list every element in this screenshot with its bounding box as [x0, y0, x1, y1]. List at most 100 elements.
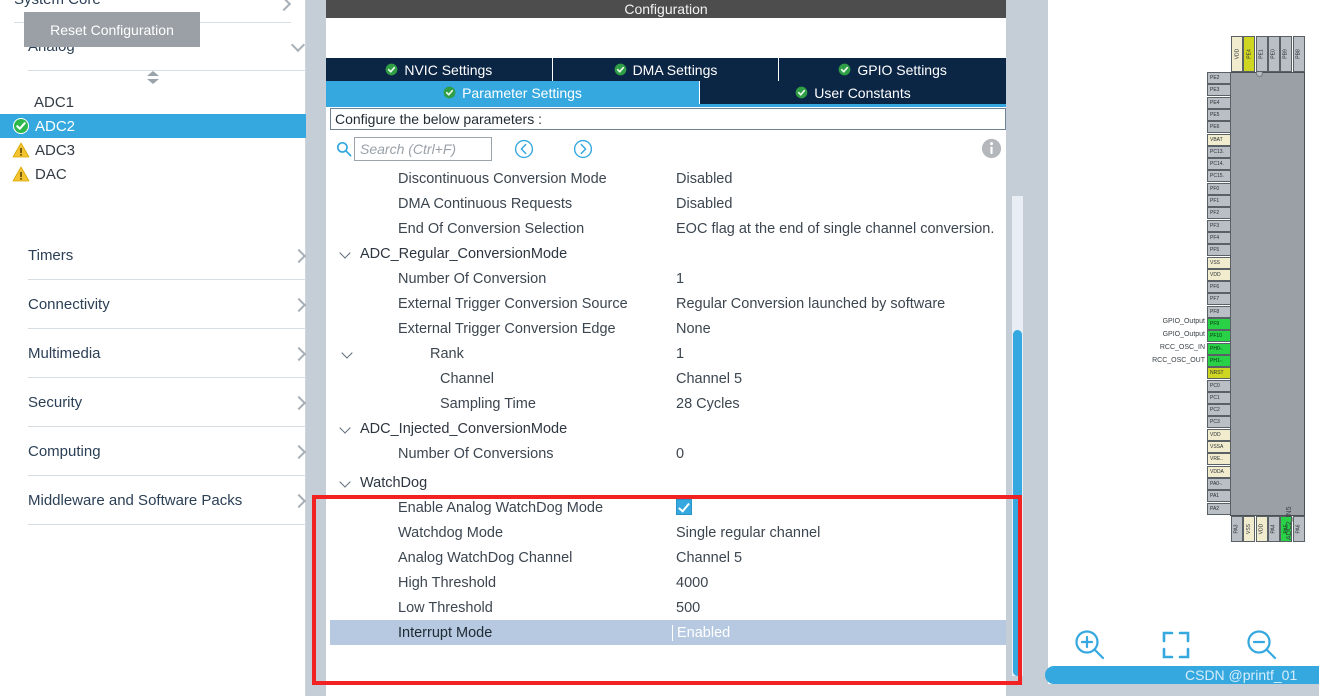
mcu-pin[interactable]: PE1 — [1255, 36, 1268, 72]
mcu-pin[interactable]: PF1 — [1207, 195, 1231, 207]
tab-gpio-settings[interactable]: GPIO Settings — [779, 58, 1006, 81]
mcu-pin[interactable]: PA1 — [1207, 490, 1231, 503]
mcu-pin[interactable]: PA0-. — [1207, 477, 1231, 490]
mcu-pin[interactable]: PA4 — [1267, 516, 1280, 542]
mcu-pin[interactable]: VBAT — [1207, 133, 1231, 146]
chevron-down-icon[interactable] — [340, 478, 352, 488]
table-row[interactable]: Enable Analog WatchDog Mode — [330, 495, 1006, 520]
parameter-name: ADC_Regular_ConversionMode — [360, 245, 568, 262]
table-row-selected[interactable]: Interrupt Mode Enabled — [330, 620, 1006, 645]
mcu-pin[interactable]: PE5 — [1207, 108, 1231, 121]
sort-updown-icon[interactable] — [0, 68, 306, 86]
reset-configuration-button[interactable]: Reset Configuration — [24, 12, 200, 47]
mcu-pin[interactable]: PF8 — [1207, 305, 1231, 318]
mcu-pin[interactable]: VDD — [1255, 516, 1268, 542]
peripheral-item-dac[interactable]: DAC — [0, 162, 306, 186]
mcu-pin[interactable]: PF2 — [1207, 207, 1231, 220]
zoom-in-icon[interactable] — [1070, 625, 1110, 665]
mcu-pin[interactable]: PE6 — [1207, 121, 1231, 134]
table-row[interactable]: Channel Channel 5 — [330, 366, 1006, 391]
tab-dma-settings[interactable]: DMA Settings — [552, 58, 780, 81]
mcu-pin-label: PF1 — [1210, 198, 1220, 204]
zoom-out-icon[interactable] — [1242, 625, 1282, 665]
sidebar-category-timers[interactable]: Timers — [28, 231, 306, 280]
mcu-pin[interactable]: VDD — [1207, 268, 1231, 281]
table-row-group[interactable]: ADC_Regular_ConversionMode — [330, 241, 1006, 266]
table-row[interactable]: Number Of Conversion 1 — [330, 266, 1006, 291]
mcu-pin[interactable]: PB8 — [1292, 36, 1305, 72]
mcu-pin[interactable]: VDDA — [1207, 465, 1231, 478]
mcu-pin[interactable]: PE4 — [1243, 36, 1256, 72]
sidebar-category-middleware[interactable]: Middleware and Software Packs — [28, 476, 306, 525]
fit-to-screen-icon[interactable] — [1156, 625, 1196, 665]
mcu-pin[interactable]: PA3 — [1231, 516, 1243, 542]
table-row[interactable]: External Trigger Conversion Source Regul… — [330, 291, 1006, 316]
mcu-pin[interactable]: PE2 — [1207, 72, 1231, 84]
mcu-pin[interactable]: PC14. — [1207, 158, 1231, 171]
table-row[interactable]: External Trigger Conversion Edge None — [330, 316, 1006, 341]
table-row[interactable]: Analog WatchDog Channel Channel 5 — [330, 545, 1006, 570]
chevron-left-circle-icon[interactable] — [514, 139, 534, 159]
mcu-pin-label: VDD — [1210, 271, 1221, 278]
mcu-pin[interactable]: PE4 — [1207, 96, 1231, 109]
table-row-group[interactable]: ADC_Injected_ConversionMode — [330, 416, 1006, 441]
mcu-pin[interactable]: PH0-. — [1207, 342, 1231, 355]
sidebar-category-computing[interactable]: Computing — [28, 427, 306, 476]
info-icon[interactable] — [981, 138, 1002, 159]
mcu-pin[interactable]: PC13. — [1207, 145, 1231, 158]
mcu-pin[interactable]: PE0 — [1267, 36, 1280, 72]
sidebar-category-security[interactable]: Security — [28, 378, 306, 427]
table-row[interactable]: End Of Conversion Selection EOC flag at … — [330, 216, 1006, 241]
mcu-pin[interactable]: PH1-. — [1207, 354, 1231, 367]
mcu-pin[interactable]: NRST — [1207, 367, 1231, 380]
mcu-pin[interactable]: PC15. — [1207, 170, 1231, 183]
table-row[interactable]: High Threshold 4000 — [330, 570, 1006, 595]
peripheral-item-adc3[interactable]: ADC3 — [0, 138, 306, 162]
mcu-pin[interactable]: PF9 — [1207, 318, 1231, 330]
mcu-pin[interactable]: PC1 — [1207, 391, 1231, 404]
mcu-pin[interactable]: PA6 — [1292, 516, 1305, 542]
peripheral-item-adc1[interactable]: ADC1 — [0, 90, 306, 114]
table-row[interactable]: Low Threshold 500 — [330, 595, 1006, 620]
sidebar-category-connectivity[interactable]: Connectivity — [28, 280, 306, 329]
mcu-pin[interactable]: PF5 — [1207, 244, 1231, 257]
table-row-group[interactable]: Rank 1 — [330, 341, 1006, 366]
mcu-pin[interactable]: VSS — [1207, 256, 1231, 269]
mcu-pin[interactable]: VDD — [1207, 428, 1231, 441]
search-input[interactable] — [354, 137, 492, 161]
mcu-pin[interactable]: PC3 — [1207, 416, 1231, 429]
mcu-pin[interactable]: PE3 — [1207, 84, 1231, 97]
mcu-pin[interactable]: VSS — [1243, 516, 1256, 542]
mcu-pin[interactable]: PC2 — [1207, 404, 1231, 417]
table-row[interactable]: Number Of Conversions 0 — [330, 441, 1006, 466]
table-row[interactable]: Watchdog Mode Single regular channel — [330, 520, 1006, 545]
mcu-pin[interactable]: PB9 — [1280, 36, 1293, 72]
parameter-list[interactable]: Discontinuous Conversion Mode Disabled D… — [330, 166, 1006, 676]
chevron-down-icon[interactable] — [340, 424, 352, 434]
mcu-pin[interactable]: PF3 — [1207, 219, 1231, 232]
table-row-group-watchdog[interactable]: WatchDog — [330, 470, 1006, 495]
mcu-pin[interactable]: VSSA — [1207, 441, 1231, 453]
mcu-pin[interactable]: PF6 — [1207, 281, 1231, 294]
mcu-pin[interactable]: VRE.. — [1207, 453, 1231, 466]
chevron-down-icon[interactable] — [340, 249, 352, 259]
mcu-pin[interactable]: PA2 — [1207, 502, 1231, 515]
mcu-pin[interactable]: PF10 — [1207, 330, 1231, 343]
table-row[interactable]: Discontinuous Conversion Mode Disabled — [330, 166, 1006, 191]
tab-parameter-settings[interactable]: Parameter Settings — [326, 81, 700, 104]
mcu-pin[interactable]: VDD — [1231, 36, 1243, 72]
parameter-scrollbar-thumb[interactable] — [1013, 330, 1022, 676]
mcu-pin[interactable]: PF7 — [1207, 293, 1231, 306]
peripheral-item-adc2[interactable]: ADC2 — [0, 114, 306, 138]
tab-user-constants[interactable]: User Constants — [700, 81, 1006, 104]
mcu-pin[interactable]: PF0 — [1207, 182, 1231, 195]
sidebar-category-multimedia[interactable]: Multimedia — [28, 329, 306, 378]
table-row[interactable]: Sampling Time 28 Cycles — [330, 391, 1006, 416]
mcu-pin[interactable]: PF4 — [1207, 231, 1231, 244]
chevron-right-circle-icon[interactable] — [573, 139, 593, 159]
table-row[interactable]: DMA Continuous Requests Disabled — [330, 191, 1006, 216]
tab-nvic-settings[interactable]: NVIC Settings — [326, 58, 553, 81]
chevron-down-icon[interactable] — [342, 349, 354, 359]
enable-analog-watchdog-checkbox[interactable] — [676, 499, 692, 515]
mcu-pin[interactable]: PC0 — [1207, 379, 1231, 392]
